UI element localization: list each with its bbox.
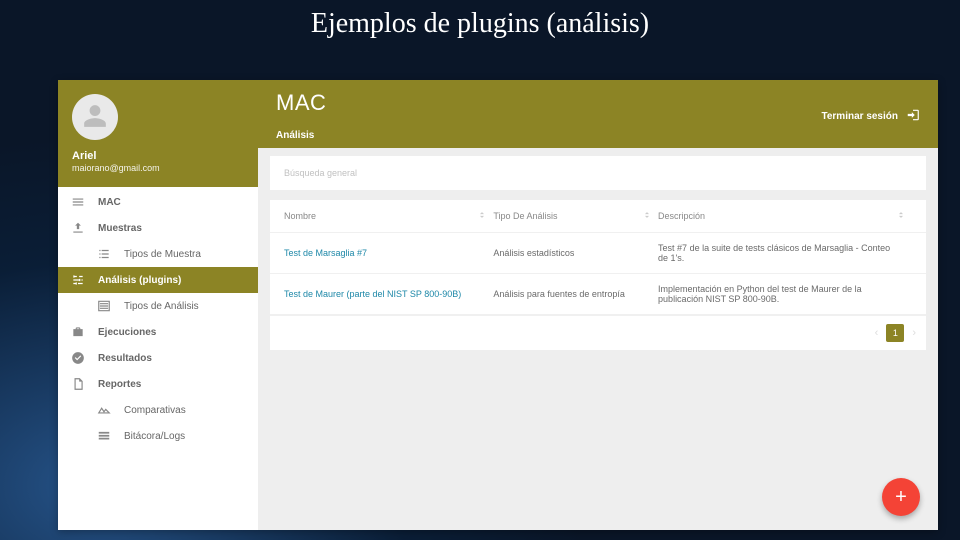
col-desc[interactable]: Descripción (658, 211, 896, 221)
compare-icon (96, 402, 112, 418)
header: MAC Análisis Terminar sesión (258, 80, 938, 148)
sort-icon[interactable] (896, 210, 912, 222)
nav-label: Reportes (98, 379, 141, 390)
briefcase-icon (70, 324, 86, 340)
profile-name: Ariel (58, 140, 110, 163)
nav-label: Análisis (plugins) (98, 275, 181, 286)
nav-item-tipos-analisis[interactable]: Tipos de Análisis (58, 293, 258, 319)
sort-icon[interactable] (642, 210, 658, 222)
nav-label: MAC (98, 197, 121, 208)
pager-page[interactable]: 1 (886, 324, 904, 342)
logout-icon[interactable] (906, 108, 920, 125)
nav: MAC Muestras Tipos de Muestra Análisis (… (58, 187, 258, 449)
table-row[interactable]: Test de Maurer (parte del NIST SP 800-90… (270, 274, 926, 315)
pager: ‹ 1 › (270, 315, 926, 350)
pages-icon (70, 376, 86, 392)
sort-icon[interactable] (477, 210, 493, 222)
nav-item-muestras[interactable]: Muestras (58, 215, 258, 241)
row-name[interactable]: Test de Maurer (parte del NIST SP 800-90… (284, 289, 477, 299)
search-input[interactable] (284, 168, 912, 178)
row-type: Análisis estadísticos (493, 248, 642, 258)
nav-label: Resultados (98, 353, 152, 364)
list-alt-icon (96, 298, 112, 314)
nav-label: Ejecuciones (98, 327, 156, 338)
page-title: MAC (276, 90, 326, 116)
nav-item-ejecuciones[interactable]: Ejecuciones (58, 319, 258, 345)
row-type: Análisis para fuentes de entropía (493, 289, 642, 299)
table-header: Nombre Tipo De Análisis Descripción (270, 200, 926, 233)
user-icon (82, 103, 108, 132)
search-bar (270, 156, 926, 190)
plus-icon: + (895, 486, 907, 509)
nav-item-bitacora[interactable]: Bitácora/Logs (58, 423, 258, 449)
app-window: Ariel maiorano@gmail.com MAC Muestras Ti… (58, 80, 938, 530)
sliders-icon (70, 272, 86, 288)
slide-title: Ejemplos de plugins (análisis) (0, 8, 960, 40)
sidebar: Ariel maiorano@gmail.com MAC Muestras Ti… (58, 80, 258, 530)
nav-label: Muestras (98, 223, 142, 234)
bars-icon (70, 194, 86, 210)
nav-label: Comparativas (124, 405, 186, 416)
nav-item-resultados[interactable]: Resultados (58, 345, 258, 371)
col-tipo[interactable]: Tipo De Análisis (493, 211, 642, 221)
nav-label: Tipos de Muestra (124, 249, 201, 260)
main: MAC Análisis Terminar sesión Nombre Tipo… (258, 80, 938, 530)
check-circle-icon (70, 350, 86, 366)
content: Nombre Tipo De Análisis Descripción Test… (258, 148, 938, 358)
list-icon (96, 246, 112, 262)
row-desc: Implementación en Python del test de Mau… (658, 284, 896, 304)
profile-block: Ariel maiorano@gmail.com (58, 80, 258, 187)
pager-next[interactable]: › (912, 327, 916, 339)
avatar (72, 94, 118, 140)
pager-prev[interactable]: ‹ (875, 327, 879, 339)
table-row[interactable]: Test de Marsaglia #7 Análisis estadístic… (270, 233, 926, 274)
row-name[interactable]: Test de Marsaglia #7 (284, 248, 477, 258)
nav-item-reportes[interactable]: Reportes (58, 371, 258, 397)
logout-link[interactable]: Terminar sesión (821, 111, 898, 122)
nav-label: Tipos de Análisis (124, 301, 199, 312)
upload-icon (70, 220, 86, 236)
profile-email: maiorano@gmail.com (58, 163, 174, 181)
nav-item-analisis-plugins[interactable]: Análisis (plugins) (58, 267, 258, 293)
nav-item-comparativas[interactable]: Comparativas (58, 397, 258, 423)
nav-label: Bitácora/Logs (124, 431, 185, 442)
col-nombre[interactable]: Nombre (284, 211, 477, 221)
add-button[interactable]: + (882, 478, 920, 516)
page-subtitle: Análisis (276, 130, 326, 141)
table-card: Nombre Tipo De Análisis Descripción Test… (270, 200, 926, 350)
nav-item-mac[interactable]: MAC (58, 189, 258, 215)
row-desc: Test #7 de la suite de tests clásicos de… (658, 243, 896, 263)
rows-icon (96, 428, 112, 444)
nav-item-tipos-muestra[interactable]: Tipos de Muestra (58, 241, 258, 267)
